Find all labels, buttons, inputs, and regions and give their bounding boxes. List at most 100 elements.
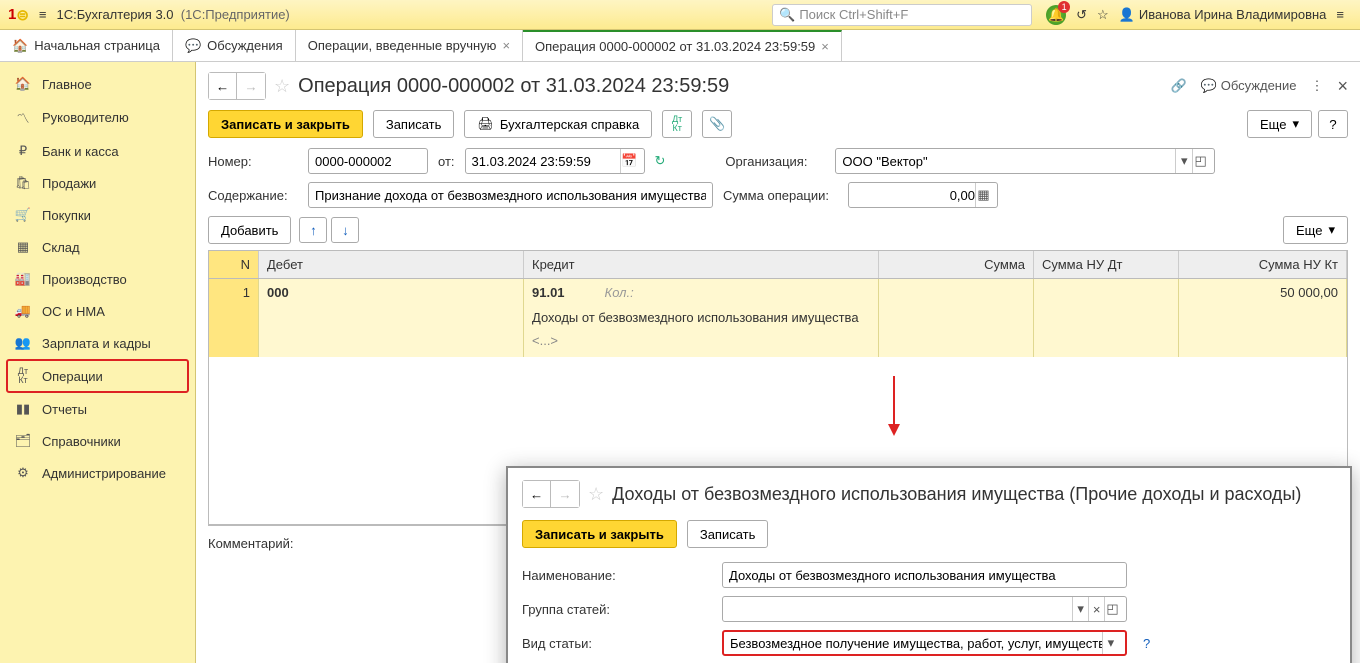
chat-icon: 💬: [185, 38, 201, 54]
name-input[interactable]: [722, 562, 1127, 588]
tab-manual-operations[interactable]: Операции, введенные вручную ×: [296, 30, 523, 61]
page-title: Операция 0000-000002 от 31.03.2024 23:59…: [298, 75, 729, 98]
comment-label: Комментарий:: [208, 536, 294, 551]
accounting-report-button[interactable]: 🖨 Бухгалтерская справка: [464, 110, 652, 138]
date-input[interactable]: 📅: [465, 148, 645, 174]
annotation-arrow: [884, 376, 904, 436]
tab-current-operation[interactable]: Операция 0000-000002 от 31.03.2024 23:59…: [523, 30, 842, 61]
chevron-down-icon[interactable]: ▾: [1072, 597, 1088, 621]
sidebar-item-purchases[interactable]: 🛒Покупки: [0, 199, 195, 231]
org-input[interactable]: ▾ ◰: [835, 148, 1215, 174]
add-row-button[interactable]: Добавить: [208, 216, 291, 244]
help-button[interactable]: ?: [1318, 110, 1348, 138]
back-button[interactable]: ←: [523, 481, 551, 507]
factory-icon: 🏭: [14, 271, 32, 287]
forward-button[interactable]: →: [237, 73, 265, 99]
ruble-icon: ₽: [14, 143, 32, 159]
sum-label: Сумма операции:: [723, 188, 838, 203]
header-nudt[interactable]: Сумма НУ Дт: [1034, 251, 1179, 278]
dtkt-button[interactable]: ДтКт: [662, 110, 692, 138]
header-nukt[interactable]: Сумма НУ Кт: [1179, 251, 1347, 278]
app-title: 1С:Бухгалтерия 3.0 (1С:Предприятие): [57, 7, 290, 22]
calculator-icon[interactable]: ▦: [975, 183, 991, 207]
tab-discussions[interactable]: 💬 Обсуждения: [173, 30, 296, 61]
close-icon[interactable]: ×: [502, 38, 510, 53]
history-icon[interactable]: ↺: [1076, 7, 1087, 23]
modal-save-close-button[interactable]: Записать и закрыть: [522, 520, 677, 548]
table-more-button[interactable]: Еще ▾: [1283, 216, 1348, 244]
sidebar-item-assets[interactable]: 🚚ОС и НМА: [0, 295, 195, 327]
user-icon: 👤: [1119, 7, 1135, 23]
favorite-star-icon[interactable]: ☆: [274, 76, 290, 97]
header-debit[interactable]: Дебет: [259, 251, 524, 278]
chevron-down-icon: ▾: [1292, 116, 1299, 132]
link-icon[interactable]: 🔗: [1171, 78, 1187, 94]
close-icon[interactable]: ×: [1337, 76, 1348, 97]
box-icon: ▦: [14, 239, 32, 255]
chevron-down-icon[interactable]: ▾: [1102, 632, 1119, 654]
global-search[interactable]: 🔍 Поиск Ctrl+Shift+F: [772, 4, 1032, 26]
kebab-icon[interactable]: ⋮: [1310, 78, 1323, 94]
open-tabs: 🏠 Начальная страница 💬 Обсуждения Операц…: [0, 30, 1360, 62]
header-sum[interactable]: Сумма: [879, 251, 1034, 278]
number-input[interactable]: [308, 148, 428, 174]
home-icon: 🏠: [14, 76, 32, 92]
attachment-button[interactable]: 📎: [702, 110, 732, 138]
income-item-dialog: ← → ☆ Доходы от безвозмездного использов…: [506, 466, 1352, 663]
header-credit[interactable]: Кредит: [524, 251, 879, 278]
sidebar-item-bank[interactable]: ₽Банк и касса: [0, 135, 195, 167]
header-n[interactable]: N: [209, 251, 259, 278]
clear-icon[interactable]: ×: [1088, 597, 1104, 621]
org-label: Организация:: [725, 154, 825, 169]
sidebar-item-operations[interactable]: ДтКтОперации: [6, 359, 189, 393]
topbar: 1⊜ ≡ 1С:Бухгалтерия 3.0 (1С:Предприятие)…: [0, 0, 1360, 30]
more-icon[interactable]: ≡: [1336, 7, 1344, 22]
help-icon[interactable]: ?: [1143, 636, 1150, 651]
content-input[interactable]: [308, 182, 713, 208]
from-label: от:: [438, 154, 455, 169]
menu-icon[interactable]: ≡: [35, 7, 51, 22]
kind-label: Вид статьи:: [522, 636, 712, 651]
favorite-star-icon[interactable]: ☆: [588, 484, 604, 505]
sum-input[interactable]: ▦: [848, 182, 998, 208]
sidebar-item-warehouse[interactable]: ▦Склад: [0, 231, 195, 263]
home-icon: 🏠: [12, 38, 28, 54]
save-close-button[interactable]: Записать и закрыть: [208, 110, 363, 138]
sidebar-item-manager[interactable]: 〽Руководителю: [0, 100, 195, 135]
sidebar-item-reports[interactable]: ▮▮Отчеты: [0, 393, 195, 425]
bars-icon: ▮▮: [14, 401, 32, 417]
close-icon[interactable]: ×: [821, 39, 829, 54]
favorites-icon[interactable]: ☆: [1097, 7, 1109, 23]
kind-input[interactable]: ▾: [722, 630, 1127, 656]
sidebar-item-main[interactable]: 🏠Главное: [0, 68, 195, 100]
sidebar-item-admin[interactable]: ⚙Администрирование: [0, 457, 195, 489]
chevron-down-icon: ▾: [1328, 222, 1335, 238]
more-button[interactable]: Еще ▾: [1247, 110, 1312, 138]
move-down-button[interactable]: ↓: [331, 217, 359, 243]
discussion-button[interactable]: 💬 Обсуждение: [1201, 78, 1297, 94]
sidebar-item-refs[interactable]: 🗂Справочники: [0, 425, 195, 457]
group-input[interactable]: ▾ × ◰: [722, 596, 1127, 622]
save-button[interactable]: Записать: [373, 110, 455, 138]
sidebar-item-sales[interactable]: 🛍Продажи: [0, 167, 195, 199]
open-icon[interactable]: ◰: [1192, 149, 1208, 173]
search-icon: 🔍: [779, 7, 795, 23]
open-icon[interactable]: ◰: [1104, 597, 1120, 621]
sidebar-item-hr[interactable]: 👥Зарплата и кадры: [0, 327, 195, 359]
back-button[interactable]: ←: [209, 73, 237, 99]
move-up-button[interactable]: ↑: [299, 217, 327, 243]
nav-back-forward: ← →: [208, 72, 266, 100]
gear-icon: ⚙: [14, 465, 32, 481]
calendar-icon[interactable]: 📅: [620, 149, 637, 173]
forward-button[interactable]: →: [551, 481, 579, 507]
tab-home[interactable]: 🏠 Начальная страница: [0, 30, 173, 61]
sidebar-item-production[interactable]: 🏭Производство: [0, 263, 195, 295]
modal-nav: ← →: [522, 480, 580, 508]
user-menu[interactable]: 👤 Иванова Ирина Владимировна: [1119, 7, 1327, 23]
posting-row[interactable]: 1 000 91.01Кол.: Доходы от безвозмездног…: [209, 279, 1347, 357]
refresh-icon[interactable]: ↻: [655, 153, 666, 169]
modal-save-button[interactable]: Записать: [687, 520, 769, 548]
notifications-icon[interactable]: 🔔 1: [1046, 5, 1066, 25]
people-icon: 👥: [14, 335, 32, 351]
chevron-down-icon[interactable]: ▾: [1175, 149, 1191, 173]
